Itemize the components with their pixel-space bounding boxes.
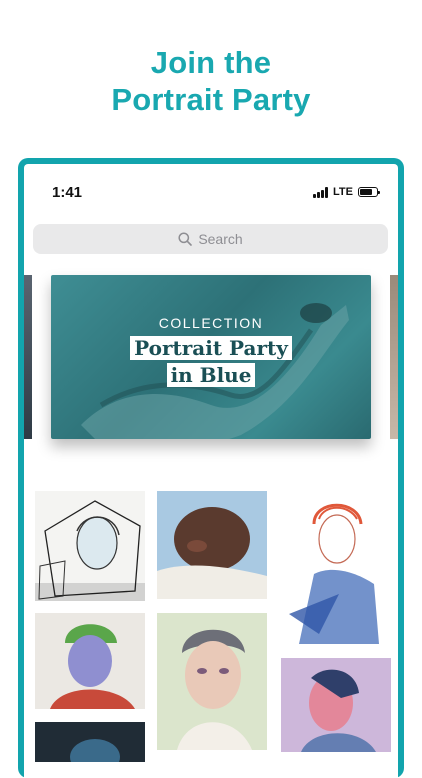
phone-frame: 1:41 LTE Search COLLECTION Portrait Part… xyxy=(18,158,404,778)
battery-icon xyxy=(358,187,380,197)
search-input[interactable]: Search xyxy=(33,224,388,254)
artwork-tile[interactable] xyxy=(35,722,145,762)
signal-icon xyxy=(313,186,329,198)
collection-kicker: COLLECTION xyxy=(158,315,264,331)
headline-line-1: Join the xyxy=(150,45,272,80)
search-icon xyxy=(178,232,193,246)
collection-title: Portrait Party in Blue xyxy=(130,335,292,389)
search-placeholder: Search xyxy=(198,231,243,247)
sketch-portrait-artwork xyxy=(35,491,145,601)
artwork-tile[interactable] xyxy=(157,613,267,750)
featured-collection-card[interactable]: COLLECTION Portrait Party in Blue xyxy=(51,275,371,439)
green-hair-portrait-artwork xyxy=(35,613,145,709)
carousel-prev-card[interactable] xyxy=(24,275,32,439)
headline-line-2: Portrait Party xyxy=(111,82,311,117)
headline: Join the Portrait Party xyxy=(0,44,422,118)
network-label: LTE xyxy=(333,186,353,198)
artwork-tile[interactable] xyxy=(281,658,391,752)
artwork-tile[interactable] xyxy=(35,613,145,709)
red-haired-woman-artwork xyxy=(289,503,379,644)
carousel-next-card[interactable] xyxy=(390,275,398,439)
collection-title-line-2: in Blue xyxy=(166,363,256,387)
featured-caption: COLLECTION Portrait Party in Blue xyxy=(51,315,371,389)
phone-screen: 1:41 LTE Search COLLECTION Portrait Part… xyxy=(24,164,398,778)
artwork-tile[interactable] xyxy=(279,494,389,644)
young-man-portrait-artwork xyxy=(157,613,267,750)
blue-pink-watercolor-artwork xyxy=(281,658,391,752)
dark-portrait-artwork xyxy=(35,722,145,762)
artwork-tile[interactable] xyxy=(35,491,145,601)
status-time: 1:41 xyxy=(52,184,83,201)
sleeping-baby-artwork xyxy=(157,491,267,599)
collection-title-line-1: Portrait Party xyxy=(130,336,292,360)
artwork-tile[interactable] xyxy=(157,491,267,599)
status-indicators: LTE xyxy=(313,186,380,198)
